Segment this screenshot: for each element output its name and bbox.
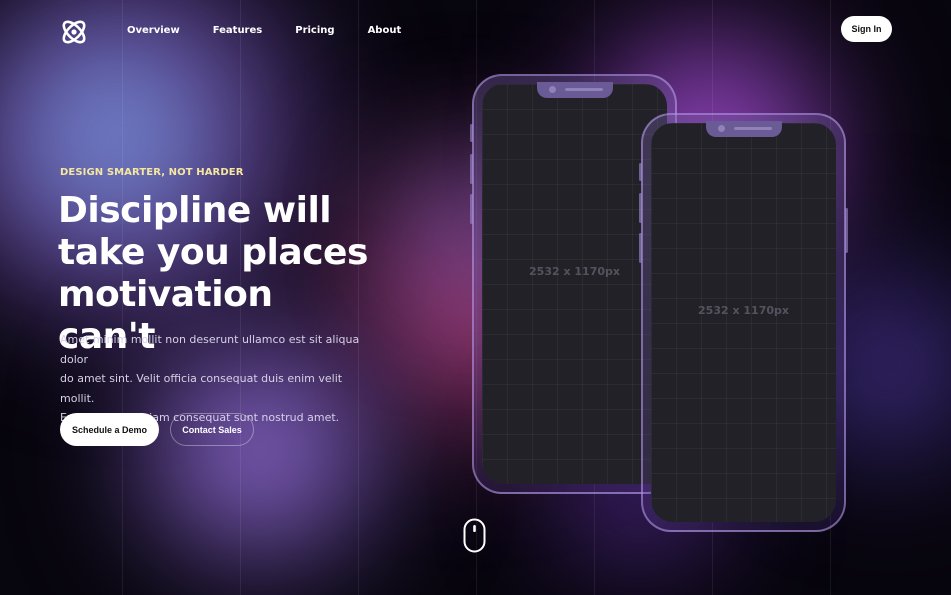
phone-side-button <box>639 233 642 263</box>
contact-sales-button[interactable]: Contact Sales <box>170 413 254 446</box>
atom-icon[interactable] <box>59 17 89 47</box>
headline-line: Discipline will <box>58 190 332 231</box>
phone-screen <box>651 123 836 522</box>
phone-mockup-2: 2532 x 1170px <box>639 113 848 532</box>
schedule-demo-button[interactable]: Schedule a Demo <box>60 413 159 446</box>
phone-side-button <box>639 193 642 223</box>
phone-side-button <box>845 208 848 253</box>
phone-side-button <box>470 154 473 184</box>
phone-side-button <box>470 124 473 142</box>
nav-item-features[interactable]: Features <box>213 25 263 36</box>
phone-side-button <box>639 163 642 181</box>
phone-notch <box>536 82 613 98</box>
phone-notch <box>705 121 782 137</box>
image-size-label: 2532 x 1170px <box>698 304 789 317</box>
description-line: do amet sint. Velit officia consequat du… <box>60 372 343 405</box>
phone-side-button <box>470 194 473 224</box>
gradient-blob <box>40 70 200 210</box>
phone-screen <box>482 84 667 484</box>
nav-item-overview[interactable]: Overview <box>127 25 180 36</box>
mouse-scroll-icon[interactable] <box>463 518 486 553</box>
nav-item-about[interactable]: About <box>368 25 402 36</box>
nav-item-pricing[interactable]: Pricing <box>295 25 334 36</box>
hero-eyebrow: DESIGN SMARTER, NOT HARDER <box>60 167 244 178</box>
description-line: Amet minim mollit non deserunt ullamco e… <box>60 333 360 366</box>
main-nav: Overview Features Pricing About <box>127 25 434 36</box>
headline-line: take you places <box>58 232 368 273</box>
sign-in-button[interactable]: Sign In <box>841 16 892 42</box>
